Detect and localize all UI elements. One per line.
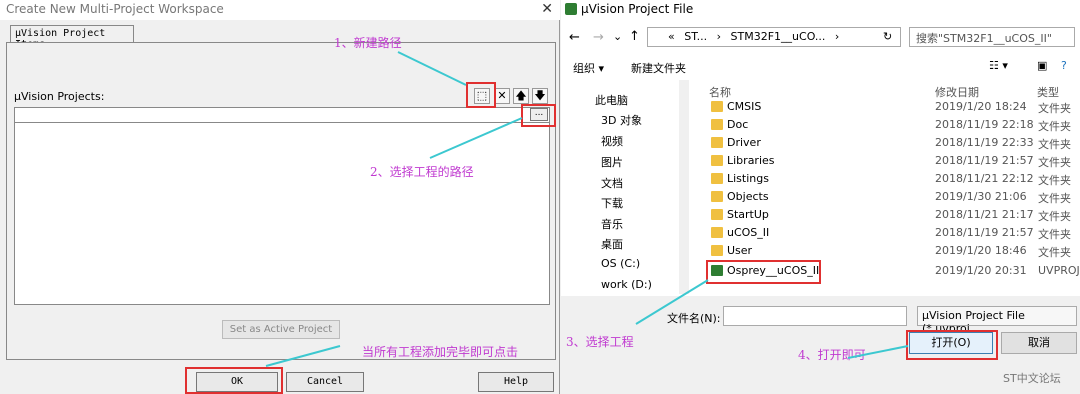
annotation-arrows — [265, 51, 909, 367]
